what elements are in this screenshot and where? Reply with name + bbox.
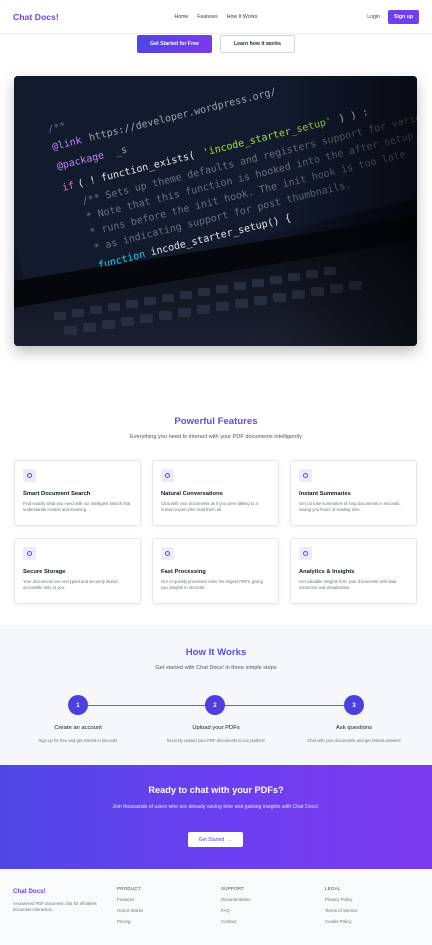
footer-heading: LEGAL <box>325 886 341 891</box>
step-3-badge: 3 <box>344 695 364 715</box>
feature-card-analytics: Analytics & Insights Get valuable insigh… <box>290 538 417 604</box>
step-1-desc: Sign up for free and get started in seco… <box>38 738 118 743</box>
feature-desc: Get valuable insights from your document… <box>299 579 397 591</box>
hero-actions: Get Started for Free Learn how it works <box>0 35 432 53</box>
how-title: How It Works <box>185 647 247 658</box>
feature-desc: Get concise summaries of long documents … <box>299 501 401 513</box>
nav-link-features[interactable]: Features <box>197 14 217 20</box>
feature-card-processing: Fast Processing Our AI quickly processes… <box>152 538 279 604</box>
feature-title: Analytics & Insights <box>299 569 355 575</box>
footer-heading: PRODUCT <box>117 886 141 891</box>
how-subtitle: Get started with Chat Docs! in three sim… <box>155 665 277 671</box>
step-3-desc: Chat with your documents and get instant… <box>307 738 401 743</box>
brand-logo[interactable]: Chat Docs! <box>13 12 59 22</box>
step-2-desc: Securely upload your PDF documents to ou… <box>166 738 266 743</box>
feature-title: Natural Conversations <box>161 491 223 497</box>
feature-desc: Our AI quickly processes even the larges… <box>161 579 263 591</box>
step-1-badge: 1 <box>68 695 88 715</box>
feature-desc: Chat with your documents as if you were … <box>161 501 258 513</box>
arrow-right-icon: → <box>227 836 233 843</box>
features-title: Powerful Features <box>174 416 258 427</box>
footer: Chat Docs! AI-powered PDF document chat … <box>0 869 432 945</box>
cta-button-label: Get Started <box>198 836 225 843</box>
chat-icon <box>161 469 174 482</box>
cta-description: Join thousands of users who are already … <box>112 804 320 810</box>
footer-column-support: SUPPORT Documentation FAQ Contact <box>221 886 251 924</box>
step-2-title: Upload your PDFs <box>192 725 240 731</box>
step-1-title: Create an account <box>54 725 102 731</box>
footer-link-pricing[interactable]: Pricing <box>117 919 143 924</box>
signup-button[interactable]: Sign up <box>387 9 419 24</box>
cta-get-started-button[interactable]: Get Started → <box>188 832 243 847</box>
footer-link-how-it-works[interactable]: How It Works <box>117 908 143 913</box>
feature-card-summaries: Instant Summaries Get concise summaries … <box>290 460 417 526</box>
step-2-badge: 2 <box>205 695 225 715</box>
feature-title: Instant Summaries <box>299 491 351 497</box>
search-icon <box>23 469 36 482</box>
nav-link-how-it-works[interactable]: How It Works <box>227 14 258 20</box>
feature-desc: Your documents are encrypted and securel… <box>23 579 119 591</box>
footer-link-privacy[interactable]: Privacy Policy <box>325 897 358 902</box>
feature-title: Fast Processing <box>161 569 206 575</box>
document-icon <box>299 469 312 482</box>
bolt-icon <box>161 547 174 560</box>
footer-link-contact[interactable]: Contact <box>221 919 251 924</box>
cta-title: Ready to chat with your PDFs? <box>148 785 284 795</box>
feature-title: Secure Storage <box>23 569 66 575</box>
footer-link-faq[interactable]: FAQ <box>221 908 251 913</box>
feature-card-search: Smart Document Search Find exactly what … <box>14 460 141 526</box>
storage-icon <box>23 547 36 560</box>
top-navbar: Chat Docs! Home Features How It Works Lo… <box>0 0 432 34</box>
feature-card-conversations: Natural Conversations Chat with your doc… <box>152 460 279 526</box>
feature-card-storage: Secure Storage Your documents are encryp… <box>14 538 141 604</box>
nav-auth: Login Sign up <box>367 9 419 24</box>
feature-title: Smart Document Search <box>23 491 91 497</box>
login-link[interactable]: Login <box>367 14 380 20</box>
footer-brand[interactable]: Chat Docs! <box>13 888 46 895</box>
learn-how-button[interactable]: Learn how it works <box>220 35 295 53</box>
features-subtitle: Everything you need to interact with you… <box>130 434 302 440</box>
footer-column-product: PRODUCT Features How It Works Pricing <box>117 886 143 924</box>
footer-description: AI-powered PDF document chat for effortl… <box>13 901 97 913</box>
footer-link-cookies[interactable]: Cookie Policy <box>325 919 358 924</box>
feature-desc: Find exactly what you need with our inte… <box>23 501 131 513</box>
footer-link-documentation[interactable]: Documentation <box>221 897 251 902</box>
footer-column-legal: LEGAL Privacy Policy Terms of Service Co… <box>325 886 358 924</box>
footer-link-features[interactable]: Features <box>117 897 143 902</box>
cta-banner: Ready to chat with your PDFs? Join thous… <box>0 765 432 869</box>
code-laptop-illustration: /** @linkhttps://developer.wordpress.org… <box>14 76 417 346</box>
footer-heading: SUPPORT <box>221 886 245 891</box>
get-started-free-button[interactable]: Get Started for Free <box>137 35 212 53</box>
chart-icon <box>299 547 312 560</box>
hero-code-image: /** @linkhttps://developer.wordpress.org… <box>14 76 417 346</box>
nav-link-home[interactable]: Home <box>174 14 188 20</box>
step-3-title: Ask questions <box>335 725 373 731</box>
footer-link-terms[interactable]: Terms of Service <box>325 908 358 913</box>
